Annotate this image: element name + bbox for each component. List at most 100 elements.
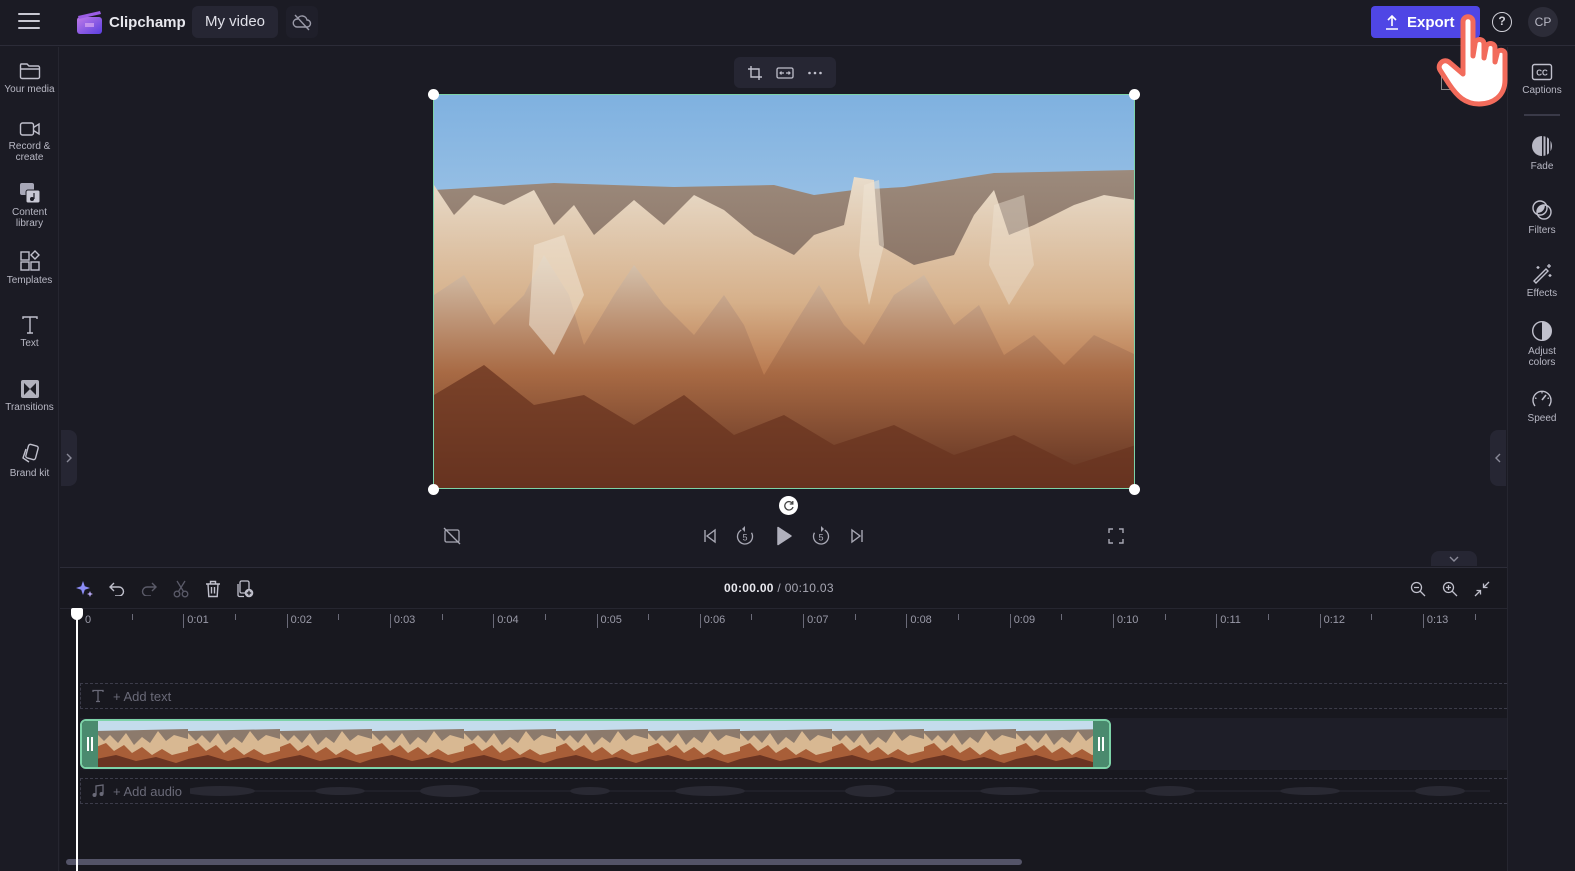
folder-icon xyxy=(19,63,40,80)
ruler-major-tick xyxy=(389,614,391,628)
skip-back-icon xyxy=(704,528,716,544)
sidebar-label: Transitions xyxy=(5,402,54,413)
templates-icon xyxy=(19,250,40,271)
speed-icon xyxy=(1532,390,1552,407)
cloud-sync-off-icon[interactable] xyxy=(286,6,318,38)
clipchamp-editor: Clipchamp My video Export ? CP Your medi… xyxy=(0,0,1575,871)
collapse-timeline-button[interactable] xyxy=(1431,551,1477,566)
undo-button[interactable] xyxy=(106,578,128,600)
ruler-major-tick xyxy=(286,614,288,628)
rotate-handle[interactable] xyxy=(779,496,798,515)
ruler-label: 0:11 xyxy=(1220,614,1241,626)
redo-button[interactable] xyxy=(138,578,160,600)
rewind-5-button[interactable]: 5 xyxy=(733,524,757,548)
undo-icon xyxy=(109,582,125,596)
sidebar-item-brand-kit[interactable]: Brand kit xyxy=(0,443,59,479)
divider xyxy=(1524,114,1560,116)
resize-handle-top-left[interactable] xyxy=(428,89,439,100)
ruler-label: 0:07 xyxy=(807,614,829,626)
play-icon xyxy=(777,526,792,546)
zoom-in-button[interactable] xyxy=(1439,578,1461,600)
sidebar-label: Brand kit xyxy=(9,468,50,479)
resize-handle-bottom-left[interactable] xyxy=(428,484,439,495)
sidebar-item-effects[interactable]: Effects xyxy=(1508,262,1575,299)
total-duration: 00:10.03 xyxy=(784,581,834,595)
skip-forward-button[interactable] xyxy=(845,524,869,548)
effects-icon xyxy=(1533,264,1552,284)
playhead[interactable] xyxy=(76,616,78,871)
aspect-ratio-icon[interactable] xyxy=(1441,76,1455,90)
sidebar-item-filters[interactable]: Filters xyxy=(1508,199,1575,236)
ruler-major-tick xyxy=(1009,614,1011,628)
duplicate-add-icon xyxy=(237,580,254,598)
ruler-major-tick xyxy=(1216,614,1218,628)
clip-thumbnail xyxy=(464,721,556,767)
ruler-minor-tick xyxy=(1474,614,1476,620)
playhead-handle[interactable] xyxy=(71,608,83,620)
fullscreen-button[interactable] xyxy=(1104,524,1128,548)
video-preview[interactable] xyxy=(433,94,1135,489)
video-clip[interactable] xyxy=(80,719,1111,769)
expand-left-panel-button[interactable] xyxy=(61,430,77,486)
ruler-minor-tick xyxy=(441,614,443,620)
sidebar-label: Your media xyxy=(4,84,55,95)
export-button[interactable]: Export xyxy=(1371,6,1480,38)
sidebar-item-text[interactable]: Text xyxy=(0,315,59,349)
fit-timeline-button[interactable] xyxy=(1471,578,1493,600)
hide-captions-button[interactable] xyxy=(440,524,464,548)
sidebar-item-templates[interactable]: Templates xyxy=(0,250,59,286)
right-sidebar: CC Captions Fade Filters Effects Adjust … xyxy=(1507,47,1575,871)
resize-handle-top-right[interactable] xyxy=(1129,89,1140,100)
forward-5-button[interactable]: 5 xyxy=(809,524,833,548)
crop-icon[interactable] xyxy=(743,61,767,85)
clip-trim-handle-right[interactable] xyxy=(1093,721,1109,767)
more-icon[interactable] xyxy=(803,61,827,85)
resize-handle-bottom-right[interactable] xyxy=(1129,484,1140,495)
zoom-out-button[interactable] xyxy=(1407,578,1429,600)
fit-icon[interactable] xyxy=(773,61,797,85)
sidebar-label: Fade xyxy=(1530,161,1554,172)
play-button[interactable] xyxy=(772,524,796,548)
trash-icon xyxy=(206,580,220,598)
grip-icon xyxy=(1098,737,1104,751)
sidebar-item-your-media[interactable]: Your media xyxy=(0,61,59,95)
sidebar-item-record-create[interactable]: Record & create xyxy=(0,120,59,163)
timeline-horizontal-scrollbar[interactable] xyxy=(66,859,1022,865)
sidebar-item-transitions[interactable]: Transitions xyxy=(0,379,59,413)
zoom-out-icon xyxy=(1410,581,1426,597)
ruler-label: 0:03 xyxy=(393,614,416,626)
add-audio-track[interactable]: + Add audio xyxy=(80,778,1507,804)
add-text-track[interactable]: + Add text xyxy=(80,683,1507,709)
sidebar-label: Content library xyxy=(11,207,48,229)
clip-thumbnail xyxy=(280,721,372,767)
video-camera-icon xyxy=(19,122,40,136)
help-icon[interactable]: ? xyxy=(1492,12,1512,32)
ai-magic-button[interactable] xyxy=(74,578,96,600)
timeline-ruler[interactable]: 0 0:01 0:02 0:03 0:04 0:05 0:06 0:07 0:08 0:09 0:1… xyxy=(60,608,1507,632)
delete-button[interactable] xyxy=(202,578,224,600)
ruler-label: 0:09 xyxy=(1013,614,1036,626)
project-title-input[interactable]: My video xyxy=(192,6,278,38)
sidebar-item-adjust-colors[interactable]: Adjust colors xyxy=(1508,320,1575,368)
skip-back-button[interactable] xyxy=(698,524,722,548)
ruler-minor-tick xyxy=(1371,614,1373,620)
avatar[interactable]: CP xyxy=(1528,7,1558,37)
split-button[interactable] xyxy=(170,578,192,600)
clip-thumbnail xyxy=(924,721,1016,767)
ruler-label: 0:10 xyxy=(1117,614,1139,626)
sidebar-item-speed[interactable]: Speed xyxy=(1508,389,1575,424)
ruler-major-tick xyxy=(699,614,701,628)
collapse-right-panel-button[interactable] xyxy=(1490,430,1506,486)
clip-thumbnail xyxy=(740,721,832,767)
ruler-minor-tick xyxy=(1267,614,1269,620)
menu-icon[interactable] xyxy=(18,13,40,31)
clip-trim-handle-left[interactable] xyxy=(82,721,98,767)
add-to-timeline-button[interactable] xyxy=(234,578,256,600)
clip-thumbnail xyxy=(832,721,924,767)
timecode: 00:00.00 / 00:10.03 xyxy=(724,581,834,595)
sidebar-item-captions[interactable]: CC Captions xyxy=(1508,63,1575,96)
sidebar-item-content-library[interactable]: Content library xyxy=(0,182,59,229)
preview-context-toolbar xyxy=(734,57,836,88)
sidebar-label: Adjust colors xyxy=(1528,346,1556,368)
sidebar-item-fade[interactable]: Fade xyxy=(1508,135,1575,172)
